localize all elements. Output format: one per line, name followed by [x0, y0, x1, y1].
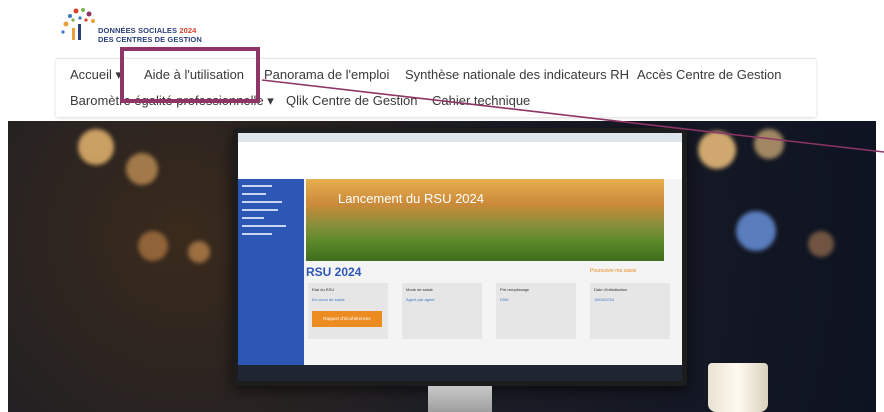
bokeh-light	[188, 241, 210, 263]
status-card: Etat du RSU En cours de saisie Rapport d…	[308, 283, 388, 339]
bokeh-light	[808, 231, 834, 257]
sidebar-line	[242, 217, 264, 219]
bokeh-light	[698, 131, 736, 169]
coffee-cup	[708, 363, 768, 412]
sidebar-line	[242, 185, 272, 187]
sidebar-line	[242, 225, 286, 227]
status-card: Pré-remplissage DSN	[496, 283, 576, 339]
continue-link[interactable]: Poursuivre ma saisie	[590, 268, 636, 274]
rsu-title: RSU 2024	[306, 265, 362, 279]
highlight-box	[120, 47, 260, 103]
screen-header	[238, 151, 682, 179]
monitor: Lancement du RSU 2024 RSU 2024 Poursuivr…	[233, 128, 687, 386]
bokeh-light	[754, 129, 784, 159]
windows-taskbar	[238, 365, 682, 381]
bokeh-light	[138, 231, 168, 261]
monitor-stand	[428, 386, 492, 412]
sidebar-line	[242, 193, 266, 195]
logo-dots-icon	[61, 8, 95, 40]
banner-title: Lancement du RSU 2024	[338, 191, 484, 206]
bokeh-light	[126, 153, 158, 185]
card-label: Etat du RSU	[312, 287, 335, 292]
nav-panorama-emploi[interactable]: Panorama de l'emploi	[264, 67, 389, 82]
logo-text: DONNÉES SOCIALES 2024 DES CENTRES DE GES…	[98, 26, 202, 44]
screen-sidebar	[238, 179, 304, 365]
monitor-screen: Lancement du RSU 2024 RSU 2024 Poursuivr…	[238, 133, 682, 381]
bokeh-light	[736, 211, 776, 251]
nav-cahier-technique[interactable]: Cahier technique	[432, 93, 530, 108]
nav-accueil[interactable]: Accueil ▾	[70, 67, 122, 83]
sidebar-line	[242, 201, 282, 203]
card-value: 15/04/2024	[594, 297, 615, 302]
card-label: Pré-remplissage	[500, 287, 530, 292]
card-value: DSN	[500, 297, 509, 302]
card-label: Mode de saisie	[406, 287, 433, 292]
hero-image: Lancement du RSU 2024 RSU 2024 Poursuivr…	[8, 121, 876, 412]
status-card: Mode de saisie Agent par agent	[402, 283, 482, 339]
nav-synthese-nationale[interactable]: Synthèse nationale des indicateurs RH	[405, 67, 629, 82]
nav-acces-centre[interactable]: Accès Centre de Gestion	[637, 67, 782, 82]
card-label: Date d'initialisation	[594, 287, 628, 292]
sidebar-line	[242, 233, 272, 235]
nav-qlik[interactable]: Qlik Centre de Gestion	[286, 93, 418, 108]
card-value: En cours de saisie	[312, 297, 345, 302]
report-button[interactable]: Rapport d'incohérences	[312, 311, 382, 327]
browser-tab-bar	[238, 133, 682, 142]
card-value: Agent par agent	[406, 297, 435, 302]
logo[interactable]: DONNÉES SOCIALES 2024 DES CENTRES DE GES…	[60, 6, 220, 44]
status-card: Date d'initialisation 15/04/2024	[590, 283, 670, 339]
sidebar-line	[242, 209, 278, 211]
bokeh-light	[78, 129, 114, 165]
